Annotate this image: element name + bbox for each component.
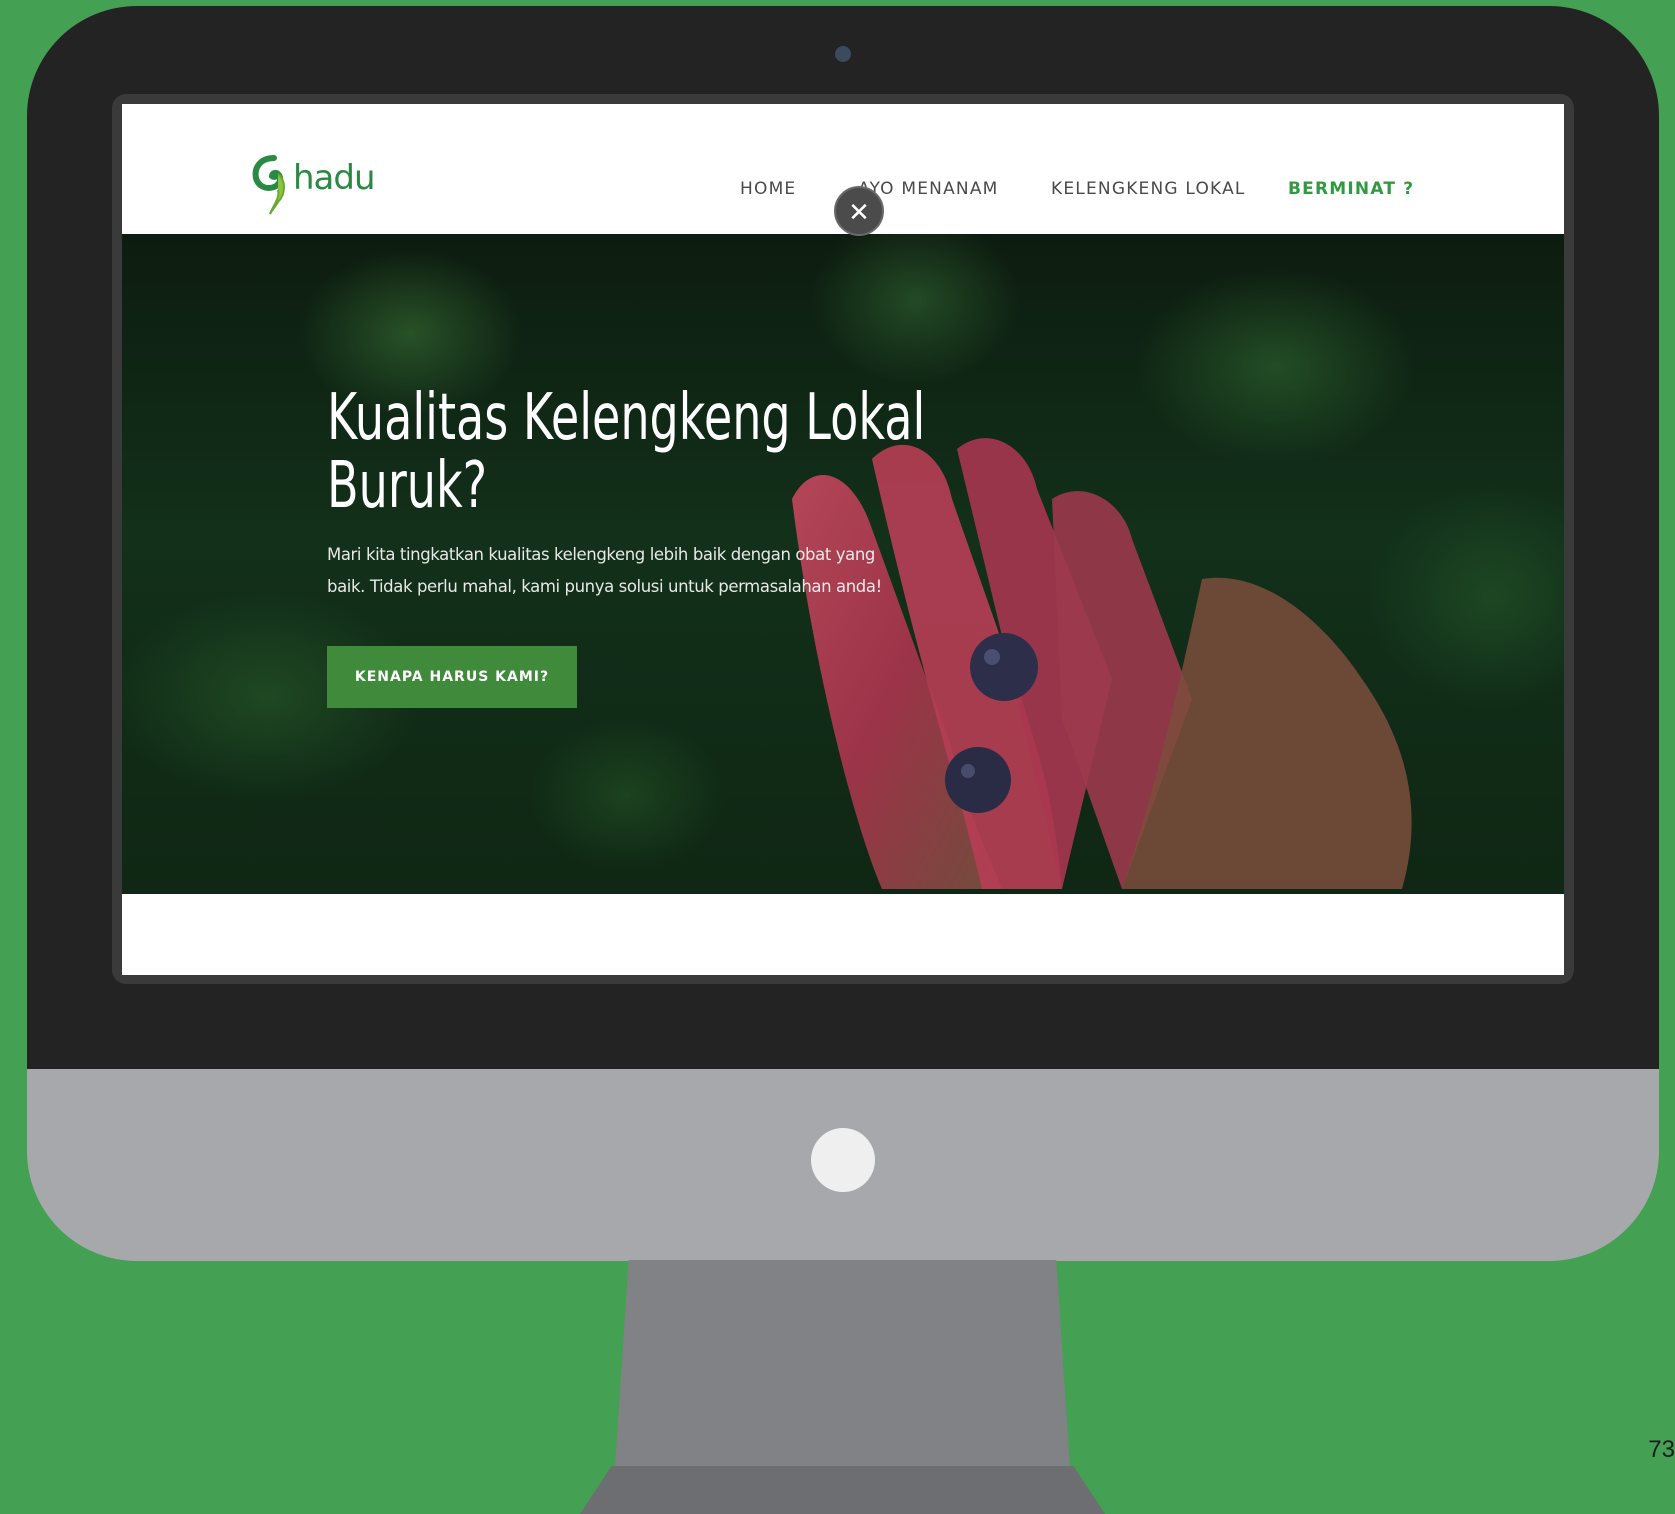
hand-with-berries-image	[792, 438, 1412, 889]
nav-item-kelengkeng-lokal[interactable]: KELENGKENG LOKAL	[1051, 179, 1246, 199]
cta-button[interactable]: KENAPA HARUS KAMI?	[327, 646, 577, 708]
camera-dot	[835, 46, 851, 62]
page-number: 73	[1648, 1436, 1675, 1463]
hero-subtitle-line-1: Mari kita tingkatkan kualitas kelengkeng…	[327, 545, 875, 564]
close-overlay-button[interactable]: ✕	[834, 186, 884, 236]
hero-subtitle: Mari kita tingkatkan kualitas kelengkeng…	[327, 539, 947, 603]
hero-title-line-1: Kualitas Kelengkeng Lokal	[327, 381, 926, 455]
stand-neck	[615, 1260, 1070, 1468]
logo-text: hadu	[293, 158, 376, 198]
nav-item-berminat[interactable]: BERMINAT ?	[1288, 179, 1414, 199]
hero-section: Kualitas Kelengkeng Lokal Buruk? Mari ki…	[122, 234, 1564, 894]
hero-title: Kualitas Kelengkeng Lokal Buruk?	[327, 381, 926, 523]
hero-subtitle-line-2: baik. Tidak perlu mahal, kami punya solu…	[327, 577, 882, 596]
close-icon: ✕	[848, 197, 870, 227]
stand-base	[580, 1466, 1105, 1514]
power-button[interactable]	[811, 1128, 875, 1192]
hero-title-line-2: Buruk?	[327, 449, 488, 523]
browser-viewport: hadu HOME AYO MENANAM KELENGKENG LOKAL B…	[122, 104, 1564, 975]
nav-item-home[interactable]: HOME	[740, 179, 796, 199]
hadu-leaf-logo-icon	[252, 155, 285, 215]
